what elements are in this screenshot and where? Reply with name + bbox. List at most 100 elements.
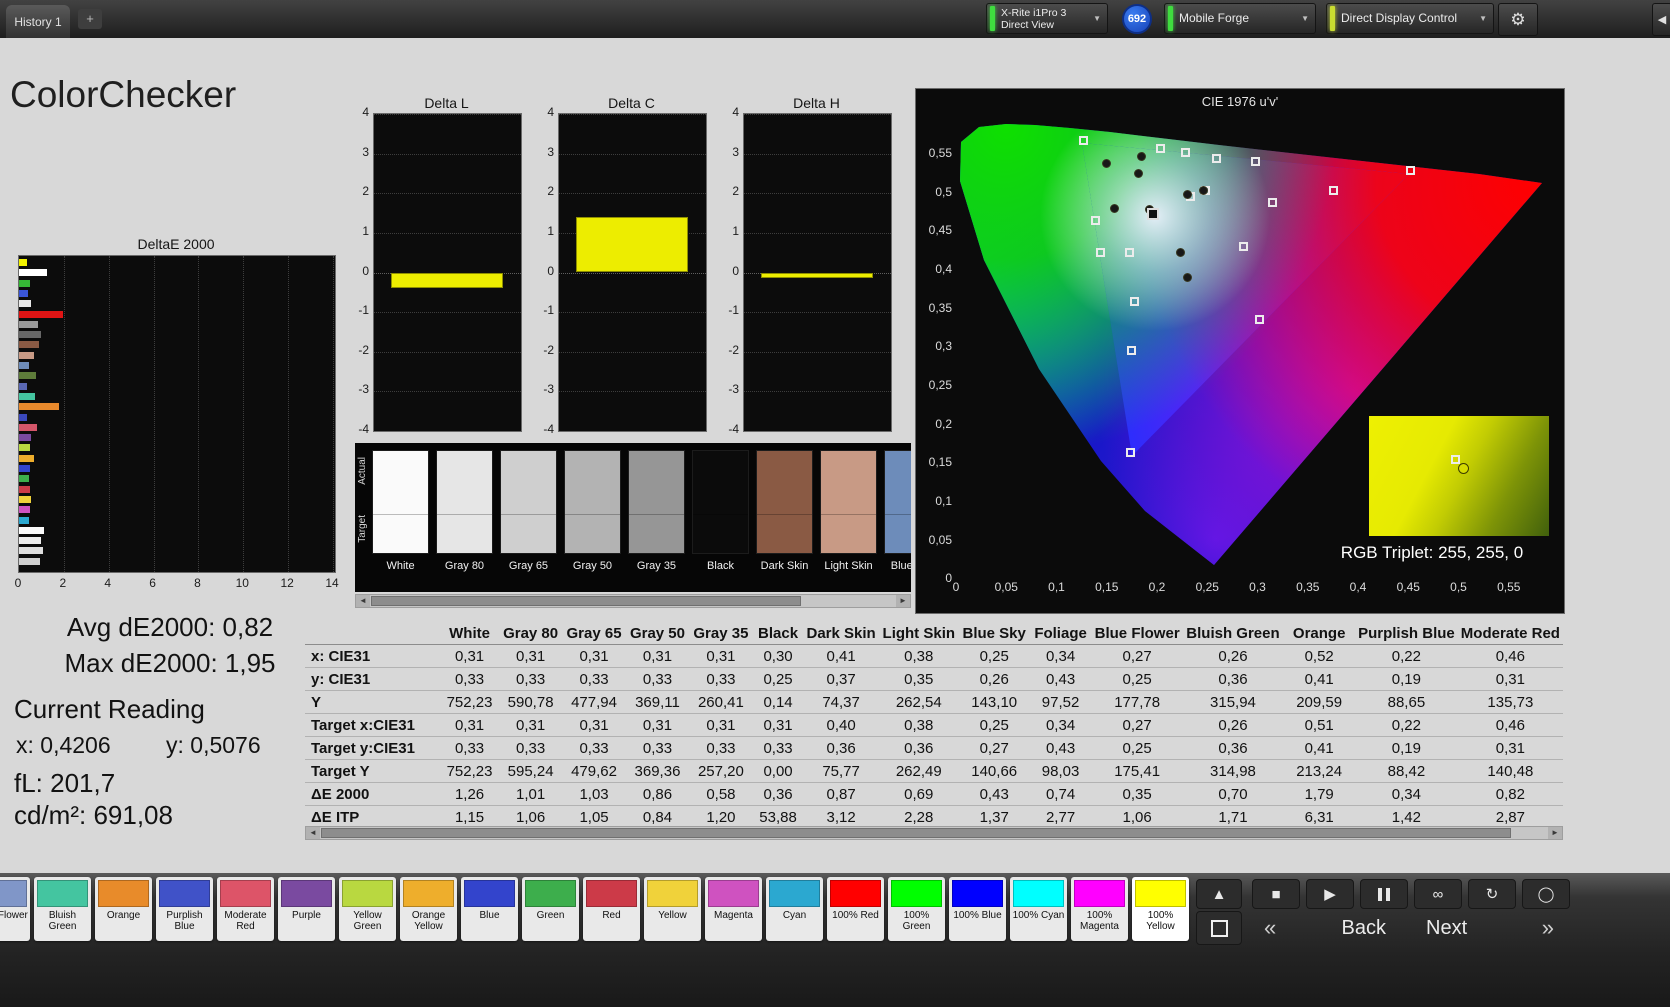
table-cell: 262,49 [879, 760, 959, 783]
patch-label: 100% Red [828, 910, 883, 921]
table-cell: 0,51 [1283, 714, 1355, 737]
measure-button[interactable]: ◯ [1522, 879, 1570, 909]
patch-red[interactable]: Red [583, 877, 640, 941]
column-header: Blue Sky [959, 622, 1030, 645]
table-cell: 1,06 [1092, 806, 1183, 825]
de-bar [19, 414, 27, 421]
meter-selector[interactable]: X-Rite i1Pro 3 Direct View ▼ [986, 3, 1108, 34]
pattern-up-button[interactable]: ▲ [1196, 879, 1242, 909]
patch-label: Red [584, 910, 639, 921]
gridline [744, 114, 891, 115]
patch-yellow[interactable]: Yellow [644, 877, 701, 941]
patch-100-magenta[interactable]: 100% Magenta [1071, 877, 1128, 941]
patch-label: 100% Magenta [1072, 910, 1127, 932]
patch-moderate-red[interactable]: Moderate Red [217, 877, 274, 941]
patch-label: Purple [279, 910, 334, 921]
de-bar [19, 403, 59, 410]
pattern-source-selector[interactable]: Mobile Forge ▼ [1164, 3, 1316, 34]
display-control-selector[interactable]: Direct Display Control ▼ [1326, 3, 1494, 34]
patch-yellow-green[interactable]: Yellow Green [339, 877, 396, 941]
patch-100-yellow[interactable]: 100% Yellow [1132, 877, 1189, 941]
avg-de2000: Avg dE2000: 0,82 [30, 612, 310, 643]
scroll-left-icon[interactable]: ◄ [306, 827, 320, 839]
scroll-right-icon[interactable]: ► [896, 595, 910, 607]
delta-l-plot [373, 113, 522, 432]
table-cell: 0,26 [959, 668, 1030, 691]
swatch-scrollbar-thumb[interactable] [371, 596, 801, 606]
patch-green[interactable]: Green [522, 877, 579, 941]
refresh-button[interactable]: ↻ [1468, 879, 1516, 909]
de-bar [19, 259, 27, 266]
patch-color [37, 880, 88, 907]
pattern-window-button[interactable] [1196, 911, 1242, 945]
y-tick-label: 2 [713, 184, 739, 198]
table-cell: 0,43 [1030, 737, 1092, 760]
table-scrollbar-thumb[interactable] [321, 828, 1511, 838]
play-button[interactable]: ▶ [1306, 879, 1354, 909]
table-scrollbar[interactable]: ◄ ► [305, 826, 1563, 840]
source-name: Mobile Forge [1179, 4, 1295, 33]
patch-magenta[interactable]: Magenta [705, 877, 762, 941]
row-label: y: CIE31 [305, 668, 440, 691]
patch-cyan[interactable]: Cyan [766, 877, 823, 941]
table-cell: 0,52 [1283, 645, 1355, 668]
table-cell: 0,00 [753, 760, 804, 783]
deltae2000-title: DeltaE 2000 [18, 236, 334, 252]
patch-orange-yellow[interactable]: Orange Yellow [400, 877, 457, 941]
add-tab-button[interactable]: + [78, 9, 102, 29]
patch-100-green[interactable]: 100% Green [888, 877, 945, 941]
delta-h-title: Delta H [743, 95, 890, 111]
patch-purplish-blue[interactable]: Purplish Blue [156, 877, 213, 941]
swatch-color [500, 450, 557, 554]
scroll-right-icon[interactable]: ► [1548, 827, 1562, 839]
swatch-label: Light Skin [820, 560, 877, 572]
collapse-panel-button[interactable]: ◀ [1652, 3, 1670, 36]
reading-x: x: 0,4206 [16, 732, 111, 759]
table-cell: 0,33 [440, 737, 499, 760]
x-tick-label: 12 [279, 576, 295, 590]
de-bar [19, 465, 30, 472]
de-bar [19, 434, 31, 441]
table-cell: 6,31 [1283, 806, 1355, 825]
rgb-triplet: RGB Triplet: 255, 255, 0 [1308, 543, 1556, 563]
de-bar [19, 280, 30, 287]
delta-l-title: Delta L [373, 95, 520, 111]
table-cell: 0,31 [499, 714, 562, 737]
loop-button[interactable]: ∞ [1414, 879, 1462, 909]
y-tick-label: 1 [713, 224, 739, 238]
next-button[interactable]: Next » [1420, 913, 1560, 943]
de-bar [19, 455, 34, 462]
swatch-scrollbar[interactable]: ◄ ► [355, 594, 911, 608]
patch-blue-flower[interactable]: Blue Flower [0, 877, 30, 941]
swatch-black: Black [692, 450, 749, 588]
table-cell: 0,31 [562, 714, 625, 737]
table-cell: 0,58 [689, 783, 752, 806]
patch-100-cyan[interactable]: 100% Cyan [1010, 877, 1067, 941]
deltae2000-xlabels: 02468101214 [18, 576, 348, 590]
patch-purple[interactable]: Purple [278, 877, 335, 941]
table-cell: 2,77 [1030, 806, 1092, 825]
de-bar [19, 537, 41, 544]
play-icon: ▶ [1324, 885, 1336, 903]
patch-100-red[interactable]: 100% Red [827, 877, 884, 941]
patch-blue[interactable]: Blue [461, 877, 518, 941]
table-cell: 595,24 [499, 760, 562, 783]
gridline [744, 352, 891, 353]
gear-icon: ⚙ [1510, 10, 1525, 30]
scroll-left-icon[interactable]: ◄ [356, 595, 370, 607]
pause-button[interactable] [1360, 879, 1408, 909]
patch-100-blue[interactable]: 100% Blue [949, 877, 1006, 941]
settings-button[interactable]: ⚙ [1498, 3, 1538, 36]
tab-history-1[interactable]: History 1 [6, 5, 70, 38]
table-cell: 0,33 [562, 668, 625, 691]
back-button[interactable]: « Back [1258, 913, 1392, 943]
table-cell: 0,25 [959, 714, 1030, 737]
column-header: Gray 50 [626, 622, 689, 645]
table-cell: 752,23 [440, 691, 499, 714]
de-bar [19, 372, 36, 379]
patch-bluish-green[interactable]: Bluish Green [34, 877, 91, 941]
stop-button[interactable]: ■ [1252, 879, 1300, 909]
circle-icon: ◯ [1538, 885, 1555, 903]
table-cell: 2,87 [1458, 806, 1563, 825]
patch-orange[interactable]: Orange [95, 877, 152, 941]
